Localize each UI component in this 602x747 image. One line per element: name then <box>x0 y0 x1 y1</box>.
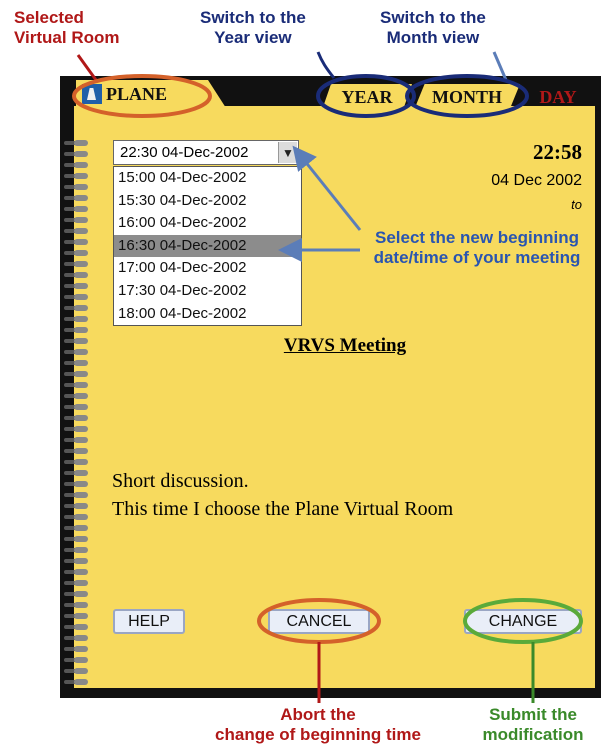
highlight-ellipse-cancel <box>257 598 381 644</box>
callout-submit: Submit the modification <box>482 705 584 744</box>
arrow-to-select <box>292 145 362 231</box>
highlight-ellipse-year <box>316 74 416 118</box>
callout-select-time: Select the new beginning date/time of yo… <box>373 228 581 267</box>
highlight-ellipse-month <box>405 74 529 118</box>
highlight-ellipse-room <box>72 74 212 118</box>
callout-abort: Abort the change of beginning time <box>215 705 421 744</box>
highlight-ellipse-change <box>463 598 583 644</box>
callout-pointer-year <box>316 51 336 79</box>
annotation-overlay <box>72 51 583 703</box>
callout-pointer-room <box>76 54 98 81</box>
callout-pointer-month <box>492 51 508 81</box>
